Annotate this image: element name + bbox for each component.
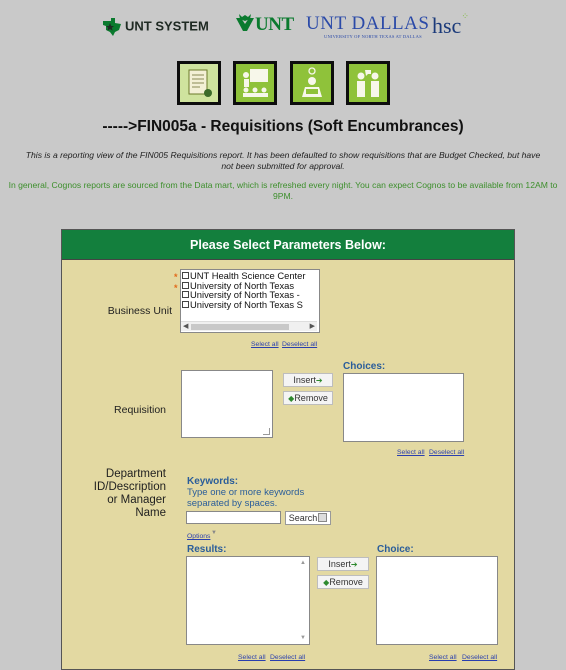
report-description: This is a reporting view of the FIN005 R…: [25, 150, 541, 171]
people-icon: [357, 70, 379, 97]
unt-system-logo: UNT SYSTEM: [101, 18, 209, 36]
hsc-text: hsc: [432, 13, 462, 38]
choice-label: Choice:: [377, 544, 414, 555]
required-marker: *: [174, 272, 178, 282]
logo-bar: UNT SYSTEM UNT UNT DALLAS UNIVERSITY OF …: [0, 11, 566, 44]
presenter-tile[interactable]: [233, 61, 277, 105]
keywords-search-input[interactable]: [186, 511, 281, 524]
scroll-right-icon[interactable]: ▶: [310, 322, 315, 332]
requisition-input[interactable]: [181, 370, 273, 438]
checkbox[interactable]: [182, 281, 189, 289]
resize-grip-icon[interactable]: [263, 428, 270, 435]
department-insert-button[interactable]: Insert➔: [317, 557, 369, 571]
req-deselect-all-link[interactable]: Deselect all: [429, 449, 464, 456]
department-results-list[interactable]: ▲ ▼: [186, 556, 310, 645]
list-item[interactable]: University of North Texas S: [181, 299, 319, 310]
results-select-all-link[interactable]: Select all: [238, 654, 266, 661]
requisition-remove-button[interactable]: ◆Remove: [283, 391, 333, 405]
choice-select-all-link[interactable]: Select all: [429, 654, 457, 661]
requisition-label: Requisition: [114, 404, 166, 416]
department-choice-list[interactable]: [376, 556, 498, 645]
scroll-down-icon[interactable]: ▼: [300, 635, 306, 641]
scroll-thumb[interactable]: [191, 324, 289, 330]
scroll-left-icon[interactable]: ◀: [183, 322, 188, 332]
availability-note: In general, Cognos reports are sourced f…: [8, 180, 558, 201]
learner-tile[interactable]: [290, 61, 334, 105]
learner-icon: [302, 67, 322, 97]
choices-label: Choices:: [343, 361, 386, 372]
search-button[interactable]: Search: [285, 511, 331, 525]
choice-deselect-all-link[interactable]: Deselect all: [462, 654, 497, 661]
unt-dallas-logo: UNT DALLAS UNIVERSITY OF NORTH TEXAS AT …: [306, 13, 430, 40]
requisition-insert-button[interactable]: Insert➔: [283, 373, 333, 387]
arrow-right-icon: ➔: [315, 376, 323, 385]
people-tile[interactable]: [346, 61, 390, 105]
options-chevron-icon[interactable]: ▼: [211, 530, 217, 536]
page-title: ----->FIN005a - Requisitions (Soft Encum…: [102, 118, 464, 135]
arrow-right-icon: ➔: [350, 560, 358, 569]
unt-dallas-subtext: UNIVERSITY OF NORTH TEXAS AT DALLAS: [324, 34, 422, 39]
business-unit-label: Business Unit: [107, 305, 172, 317]
req-select-all-link[interactable]: Select all: [397, 449, 425, 456]
options-link[interactable]: Options: [187, 533, 210, 540]
requisition-choices-list[interactable]: [343, 373, 464, 442]
presenter-icon: [243, 69, 268, 97]
results-deselect-all-link[interactable]: Deselect all: [270, 654, 305, 661]
checkbox[interactable]: [182, 300, 189, 308]
parameter-panel: Please Select Parameters Below: Business…: [61, 229, 515, 670]
search-icon: [318, 513, 328, 522]
report-doc-icon: [188, 69, 212, 97]
department-remove-button[interactable]: ◆Remove: [317, 575, 369, 589]
bu-deselect-all-link[interactable]: Deselect all: [282, 341, 317, 348]
unt-logo: UNT: [236, 14, 294, 36]
horizontal-scrollbar[interactable]: ◀ ▶: [181, 321, 317, 331]
unt-dallas-text: UNT DALLAS: [306, 13, 430, 34]
bu-select-all-link[interactable]: Select all: [251, 341, 279, 348]
eagle-mark-icon: [236, 14, 254, 31]
results-label: Results:: [187, 544, 227, 555]
unt-system-text: UNT SYSTEM: [125, 18, 209, 34]
checkbox[interactable]: [182, 272, 189, 279]
hsc-dots-icon: ⁘: [461, 11, 469, 21]
report-doc-tile[interactable]: [177, 61, 221, 105]
hsc-logo: hsc⁘: [432, 11, 469, 39]
keywords-label: Keywords:: [187, 476, 239, 487]
unt-text: UNT: [255, 14, 294, 35]
panel-header: Please Select Parameters Below:: [62, 230, 514, 260]
checkbox[interactable]: [182, 291, 189, 298]
texas-star-icon: [103, 18, 121, 36]
keywords-help: Type one or more keywords separated by s…: [187, 487, 305, 509]
department-label: Department ID/Description or Manager Nam…: [93, 468, 166, 519]
required-marker: *: [174, 283, 178, 293]
scroll-up-icon[interactable]: ▲: [300, 560, 306, 566]
